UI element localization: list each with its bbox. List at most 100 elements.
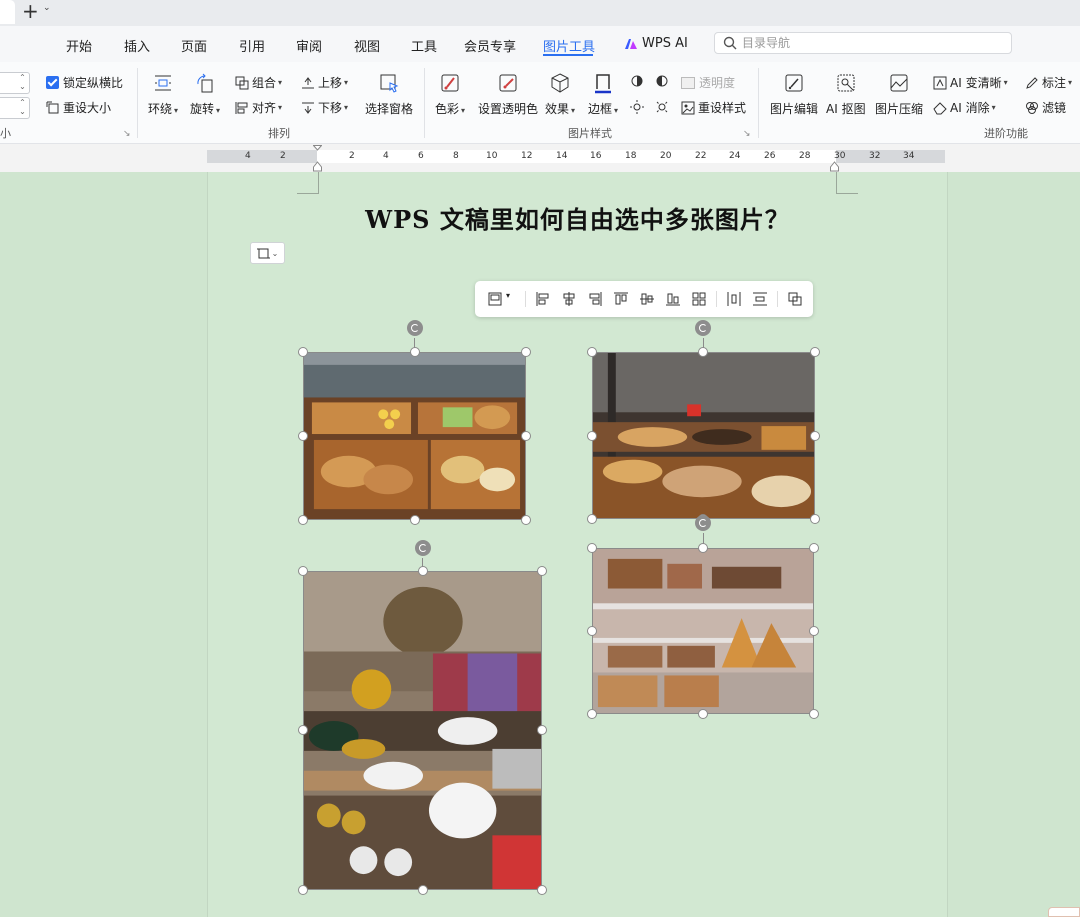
picture-edit-button[interactable]: 图片编辑: [770, 72, 818, 117]
resize-handle[interactable]: [418, 885, 428, 895]
align-top-icon[interactable]: [613, 291, 629, 307]
size-dialog-launcher-icon[interactable]: ↘: [123, 129, 131, 139]
resize-handle[interactable]: [298, 515, 308, 525]
resize-handle[interactable]: [698, 347, 708, 357]
align-left-icon[interactable]: [535, 291, 551, 307]
resize-handle[interactable]: [298, 566, 308, 576]
tableware-shelf-picture[interactable]: [303, 571, 542, 890]
resize-handle[interactable]: [410, 347, 420, 357]
send-backward-button[interactable]: 下移 ▾: [301, 99, 348, 116]
annotate-button[interactable]: 标注 ▾: [1025, 74, 1072, 91]
selection-pane-button[interactable]: 选择窗格: [365, 72, 413, 117]
picture-style-launcher-icon[interactable]: ↘: [743, 129, 751, 139]
resize-handle[interactable]: [298, 725, 308, 735]
ai-sharpen-button[interactable]: AI 变清晰 ▾: [933, 74, 1008, 91]
align-center-icon[interactable]: [561, 291, 577, 307]
resize-handle[interactable]: [298, 431, 308, 441]
resize-handle[interactable]: [298, 885, 308, 895]
nav-search-box[interactable]: [714, 32, 1012, 54]
resize-handle[interactable]: [521, 347, 531, 357]
ai-cutout-button[interactable]: AI 抠图: [826, 72, 866, 117]
color-button[interactable]: 色彩 ▾: [435, 72, 465, 117]
resize-handle[interactable]: [418, 566, 428, 576]
align-bottom-icon[interactable]: [665, 291, 681, 307]
tab-member[interactable]: 会员专享: [464, 36, 516, 55]
tab-insert[interactable]: 插入: [124, 36, 150, 55]
tab-wps-ai[interactable]: WPS AI: [642, 36, 688, 51]
resize-handle[interactable]: [698, 543, 708, 553]
resize-handle[interactable]: [587, 347, 597, 357]
resize-handle[interactable]: [537, 725, 547, 735]
align-button[interactable]: 对齐 ▾: [235, 99, 282, 116]
rotate-handle-icon[interactable]: [415, 540, 431, 556]
filter-button[interactable]: 滤镜: [1025, 99, 1066, 116]
picture-compress-button[interactable]: 图片压缩: [875, 72, 923, 117]
border-button[interactable]: 边框 ▾: [588, 72, 618, 117]
reset-style-button[interactable]: 重设样式: [681, 99, 746, 116]
resize-handle[interactable]: [521, 431, 531, 441]
resize-handle[interactable]: [587, 626, 597, 636]
resize-handle[interactable]: [698, 709, 708, 719]
reset-size-button[interactable]: 重设大小: [46, 99, 111, 116]
contrast-down-button[interactable]: [655, 100, 672, 114]
resize-handle[interactable]: [521, 515, 531, 525]
resize-handle[interactable]: [587, 543, 597, 553]
distribute-grid-icon[interactable]: [691, 291, 707, 307]
nav-search-input[interactable]: [742, 34, 1002, 52]
brightness-up-button[interactable]: [630, 74, 647, 88]
distribute-horizontal-icon[interactable]: [726, 291, 742, 307]
chevron-down-icon[interactable]: ▾: [506, 291, 510, 300]
indent-marker-icon[interactable]: [312, 145, 323, 172]
tab-home[interactable]: 开始: [66, 36, 92, 55]
layout-options-button[interactable]: ⌄: [250, 242, 285, 264]
bakery-display-picture-1[interactable]: [303, 352, 526, 520]
rotate-handle-icon[interactable]: [695, 320, 711, 336]
height-spinner[interactable]: [0, 72, 30, 94]
tab-list-chevron-icon[interactable]: ⌄: [43, 3, 51, 13]
group-button[interactable]: 组合 ▾: [235, 74, 282, 91]
set-transparent-color-button[interactable]: 设置透明色: [478, 72, 538, 117]
resize-handle[interactable]: [809, 626, 819, 636]
align-middle-icon[interactable]: [639, 291, 655, 307]
resize-handle[interactable]: [410, 515, 420, 525]
floating-assistant-button[interactable]: [1048, 907, 1080, 917]
right-indent-marker-icon[interactable]: [830, 145, 839, 172]
resize-handle[interactable]: [587, 514, 597, 524]
rotate-handle-icon[interactable]: [695, 515, 711, 531]
resize-handle[interactable]: [298, 347, 308, 357]
resize-handle[interactable]: [587, 431, 597, 441]
width-spinner[interactable]: [0, 97, 30, 119]
bakery-display-picture-2[interactable]: [592, 352, 815, 519]
effects-button[interactable]: 效果 ▾: [545, 72, 575, 117]
transparency-button[interactable]: 透明度: [681, 74, 735, 91]
tab-tools[interactable]: 工具: [411, 36, 437, 55]
rotate-button[interactable]: 旋转 ▾: [190, 72, 220, 117]
resize-handle[interactable]: [810, 514, 820, 524]
resize-handle[interactable]: [809, 543, 819, 553]
resize-handle[interactable]: [587, 709, 597, 719]
tab-picture-tools[interactable]: 图片工具: [543, 36, 595, 55]
ai-erase-button[interactable]: AI 消除 ▾: [933, 99, 996, 116]
resize-handle[interactable]: [537, 885, 547, 895]
tab-page[interactable]: 页面: [181, 36, 207, 55]
document-tab[interactable]: [0, 0, 15, 24]
bring-forward-button[interactable]: 上移 ▾: [301, 74, 348, 91]
wrap-text-button[interactable]: 环绕 ▾: [148, 72, 178, 117]
contrast-up-button[interactable]: [655, 74, 672, 88]
group-objects-icon[interactable]: [787, 291, 803, 307]
float-layout-icon[interactable]: [487, 291, 503, 307]
resize-handle[interactable]: [810, 347, 820, 357]
distribute-vertical-icon[interactable]: [752, 291, 768, 307]
tab-review[interactable]: 审阅: [296, 36, 322, 55]
tab-view[interactable]: 视图: [354, 36, 380, 55]
brightness-down-button[interactable]: [630, 100, 647, 114]
rotate-handle-icon[interactable]: [407, 320, 423, 336]
lock-aspect-ratio-checkbox[interactable]: 锁定纵横比: [46, 74, 123, 91]
resize-handle[interactable]: [809, 709, 819, 719]
bread-case-picture[interactable]: [592, 548, 814, 714]
new-tab-plus-icon[interactable]: +: [22, 0, 39, 22]
resize-handle[interactable]: [537, 566, 547, 576]
align-right-icon[interactable]: [587, 291, 603, 307]
resize-handle[interactable]: [810, 431, 820, 441]
tab-reference[interactable]: 引用: [239, 36, 265, 55]
